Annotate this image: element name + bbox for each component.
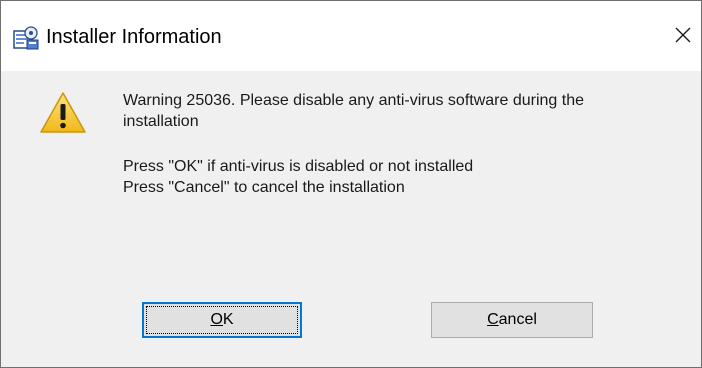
cancel-button[interactable]: Cancel (431, 302, 593, 338)
close-icon (674, 26, 692, 49)
installer-dialog: Installer Information Warning 25036. Ple… (0, 0, 702, 368)
warning-message-line2: installation (123, 113, 199, 130)
focus-rectangle (146, 306, 298, 334)
cancel-instruction-text: Press "Cancel" to cancel the installatio… (123, 179, 405, 196)
close-button[interactable] (665, 19, 701, 55)
ok-instruction-text: Press "OK" if anti-virus is disabled or … (123, 158, 474, 175)
dialog-body: Warning 25036. Please disable any anti-v… (1, 71, 701, 367)
window-title: Installer Information (46, 26, 222, 48)
title-bar[interactable]: Installer Information (1, 1, 701, 71)
warning-icon (39, 91, 87, 135)
installer-icon (13, 25, 39, 51)
cancel-button-label: Cancel (487, 311, 537, 328)
ok-button[interactable]: OK (142, 302, 302, 338)
warning-message-line1: Warning 25036. Please disable any anti-v… (123, 92, 584, 109)
